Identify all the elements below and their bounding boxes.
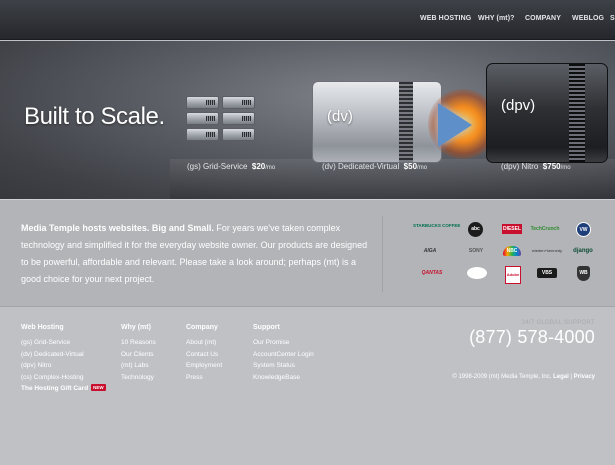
sony-logo: SONY	[468, 248, 484, 254]
aiga-logo: AIGA	[423, 248, 437, 254]
nbc-logo: NBC	[503, 246, 521, 256]
intro-section: Media Temple hosts websites. Big and Sma…	[0, 199, 615, 307]
footer-heading: Web Hosting	[21, 324, 64, 331]
hero-title: Built to Scale.	[24, 103, 165, 130]
wb-logo: WB	[577, 266, 590, 281]
footer-column-company: Company About (mt) Contact Us Employment…	[186, 324, 222, 383]
privacy-link[interactable]: Privacy	[574, 374, 595, 380]
site-footer: Web Hosting (gs) Grid-Service (dv) Dedic…	[0, 308, 615, 465]
starbucks-logo: STARBUCKS COFFEE	[413, 223, 461, 228]
product-caption-gs[interactable]: (gs) Grid-Service $20/mo	[187, 162, 275, 171]
footer-link[interactable]: About (mt)	[186, 337, 222, 349]
footer-link[interactable]: (dv) Dedicated-Virtual	[21, 349, 106, 361]
footer-link[interactable]: AccountCenter Login	[253, 349, 314, 361]
qantas-logo: QANTAS	[421, 270, 443, 276]
gift-card-link[interactable]: The Hosting Gift Card NEW	[21, 383, 106, 395]
footer-link[interactable]: (gs) Grid-Service	[21, 337, 106, 349]
section-divider	[382, 216, 383, 292]
product-caption-dpv[interactable]: (dpv) Nitro $750/mo	[501, 162, 571, 171]
diesel-logo: DIESEL	[502, 224, 522, 234]
upgrade-arrow-icon	[438, 103, 472, 147]
support-label: 24/7 GLOBAL SUPPORT	[521, 320, 595, 326]
footer-link[interactable]: Our Clients	[121, 349, 156, 361]
intro-headline: Media Temple hosts websites. Big and Sma…	[21, 223, 214, 233]
abc-logo: abc	[468, 222, 483, 237]
footer-heading: Support	[253, 324, 280, 331]
nav-why-mt[interactable]: WHY (mt)?	[478, 15, 515, 22]
intro-text: Media Temple hosts websites. Big and Sma…	[21, 220, 371, 288]
techcrunch-logo: TechCrunch	[530, 226, 560, 232]
dv-server-image[interactable]: (dv)	[312, 81, 442, 163]
footer-link[interactable]: 10 Reasons	[121, 337, 156, 349]
vbs-logo: VBS	[537, 268, 557, 278]
client-logos: STARBUCKS COFFEE abc DIESEL TechCrunch V…	[405, 222, 600, 288]
footer-column-web-hosting: Web Hosting (gs) Grid-Service (dv) Dedic…	[21, 324, 106, 395]
footer-link[interactable]: Press	[186, 372, 222, 384]
support-phone: (877) 578-4000	[469, 327, 595, 347]
footer-link[interactable]: Technology	[121, 372, 156, 384]
footer-link[interactable]: System Status	[253, 360, 314, 372]
footer-heading: Why (mt)	[121, 324, 151, 331]
footer-link[interactable]: Contact Us	[186, 349, 222, 361]
footer-heading: Company	[186, 324, 218, 331]
footer-link[interactable]: (mt) Labs	[121, 360, 156, 372]
nav-store[interactable]: S	[610, 15, 615, 22]
hero-banner: Built to Scale. (dv) (dpv) (gs) Grid-Ser…	[0, 41, 615, 199]
footer-column-why-mt: Why (mt) 10 Reasons Our Clients (mt) Lab…	[121, 324, 156, 383]
vw-bus-logo	[467, 267, 487, 279]
footer-column-support: Support Our Promise AccountCenter Login …	[253, 324, 314, 383]
copyright: © 1998-2009 (mt) Media Temple, Inc. Lega…	[452, 374, 595, 380]
footer-link[interactable]: KnowledgeBase	[253, 372, 314, 384]
footer-link[interactable]: Our Promise	[253, 337, 314, 349]
footer-link[interactable]: Employment	[186, 360, 222, 372]
footer-link[interactable]: (dpv) Nitro	[21, 360, 106, 372]
vw-logo: VW	[576, 222, 591, 237]
legal-link[interactable]: Legal	[553, 374, 569, 380]
adobe-logo: Adobe	[505, 266, 521, 284]
django-logo: django	[573, 248, 593, 254]
nav-weblog[interactable]: WEBLOG	[572, 15, 604, 22]
new-badge: NEW	[91, 384, 106, 391]
product-caption-dv[interactable]: (dv) Dedicated-Virtual $50/mo	[322, 162, 427, 171]
top-navigation-bar: WEB HOSTING WHY (mt)? COMPANY WEBLOG S	[0, 0, 615, 40]
footer-link[interactable]: (cs) Complex-Hosting	[21, 372, 106, 384]
dpv-server-image[interactable]: (dpv)	[486, 63, 608, 163]
nav-web-hosting[interactable]: WEB HOSTING	[420, 15, 471, 22]
nav-company[interactable]: COMPANY	[525, 15, 561, 22]
wieden-kennedy-logo: wieden+kennedy	[531, 248, 563, 253]
